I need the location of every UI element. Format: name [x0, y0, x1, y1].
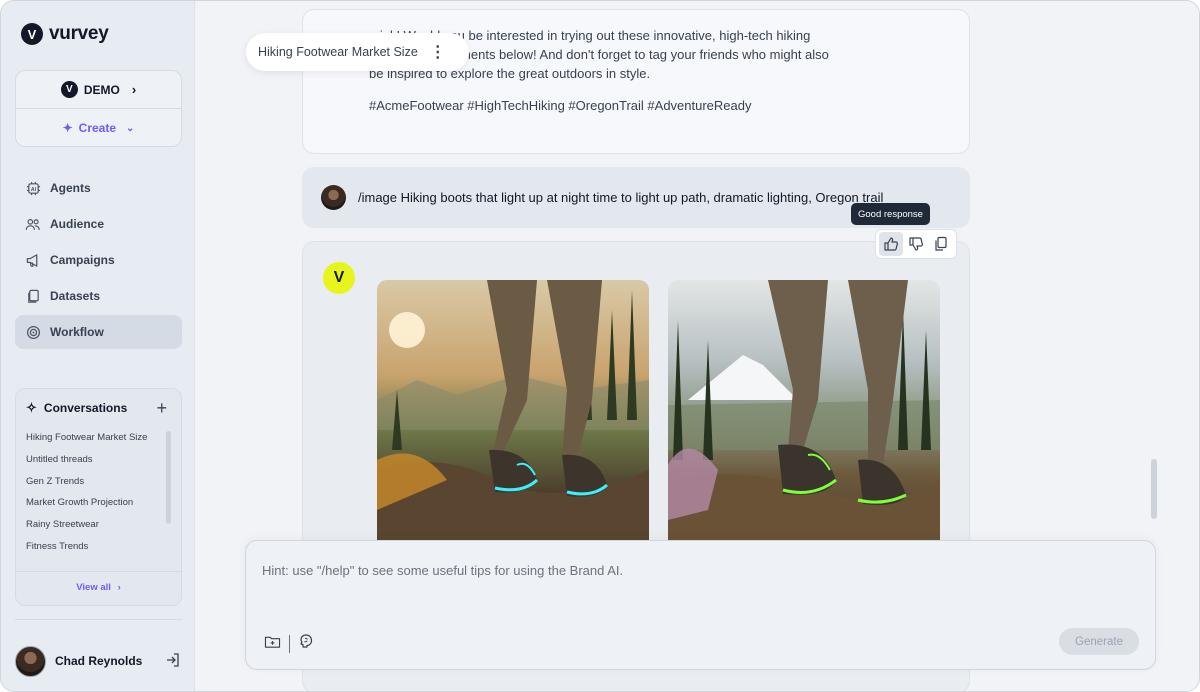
- add-conversation-button[interactable]: +: [156, 398, 167, 419]
- thread-title: Hiking Footwear Market Size: [258, 45, 418, 59]
- app-window: V vurvey V DEMO › ✦ Create ⌄ AI Agents A…: [0, 0, 1200, 692]
- nav-item-workflow[interactable]: Workflow: [15, 315, 182, 349]
- sparkle-icon: ✦: [62, 121, 73, 135]
- conversations-header: ✧ Conversations +: [16, 389, 181, 427]
- tooltip: Good response: [851, 203, 930, 225]
- thumbs-up-icon[interactable]: [879, 232, 904, 256]
- chevron-right-icon: ›: [131, 82, 137, 97]
- logo-text: vurvey: [49, 23, 109, 44]
- conversation-item[interactable]: Fitness Trends: [26, 536, 181, 558]
- user-profile[interactable]: Chad Reynolds: [15, 645, 181, 677]
- generate-button[interactable]: Generate: [1059, 628, 1139, 655]
- generated-image[interactable]: [668, 280, 940, 550]
- chevron-down-icon: ⌄: [126, 122, 135, 134]
- nav-item-audience[interactable]: Audience: [15, 207, 182, 241]
- more-options-icon[interactable]: ⋮: [430, 42, 446, 62]
- nav-label: Agents: [50, 181, 91, 195]
- ai-chip-icon: AI: [25, 180, 41, 196]
- nav-label: Campaigns: [50, 253, 115, 267]
- conversation-item[interactable]: Hiking Footwear Market Size: [26, 427, 181, 449]
- chat-scrollbar[interactable]: [1151, 459, 1157, 519]
- nav-label: Datasets: [50, 289, 101, 303]
- chat-area: ...ink! Would you be interested in tryin…: [196, 1, 1199, 691]
- user-name: Chad Reynolds: [55, 654, 143, 668]
- conversation-item[interactable]: Gen Z Trends: [26, 471, 181, 493]
- svg-text:AI: AI: [30, 186, 36, 192]
- nav-label: Workflow: [50, 325, 104, 339]
- chevron-right-icon: ›: [117, 582, 121, 593]
- message-composer: Generate: [245, 540, 1156, 670]
- people-icon: [25, 216, 41, 232]
- conversation-list: Hiking Footwear Market Size Untitled thr…: [16, 427, 181, 558]
- composer-tools: [264, 633, 314, 654]
- thread-title-pill[interactable]: Hiking Footwear Market Size ⋮: [246, 33, 469, 71]
- view-all-link[interactable]: View all ›: [16, 582, 181, 593]
- conversation-scrollbar[interactable]: [166, 431, 171, 524]
- nav-item-agents[interactable]: AI Agents: [15, 171, 182, 205]
- avatar: [15, 645, 46, 677]
- conversations-panel: ✧ Conversations + Hiking Footwear Market…: [15, 388, 182, 606]
- prompt-text: /image Hiking boots that light up at nig…: [358, 190, 884, 205]
- conversation-item[interactable]: Market Growth Projection: [26, 492, 181, 514]
- workspace-name: DEMO: [83, 82, 120, 97]
- view-all-label: View all: [76, 582, 111, 593]
- workspace-logo-icon: V: [60, 81, 78, 98]
- nav-item-campaigns[interactable]: Campaigns: [15, 243, 182, 277]
- sidebar: V vurvey V DEMO › ✦ Create ⌄ AI Agents A…: [1, 1, 195, 691]
- create-button[interactable]: ✦ Create ⌄: [16, 109, 181, 147]
- copy-icon[interactable]: [929, 232, 953, 256]
- main-nav: AI Agents Audience Campaigns Datasets Wo…: [15, 171, 182, 351]
- nav-item-datasets[interactable]: Datasets: [15, 279, 182, 313]
- prompt-input[interactable]: [262, 563, 1122, 578]
- logo-mark-icon: V: [21, 23, 43, 45]
- thumbs-down-icon[interactable]: [904, 232, 928, 256]
- divider: [15, 619, 182, 620]
- target-icon: [25, 324, 41, 340]
- conversation-item[interactable]: Untitled threads: [26, 449, 181, 471]
- sparkle-icon: ✧: [26, 400, 37, 415]
- ai-avatar-icon: V: [323, 262, 355, 294]
- logout-icon[interactable]: [165, 652, 181, 671]
- divider: [289, 634, 290, 653]
- create-label: Create: [78, 121, 117, 135]
- folder-add-icon[interactable]: [264, 634, 281, 654]
- generated-image[interactable]: [377, 280, 649, 550]
- workspace-switcher[interactable]: V DEMO ›: [16, 71, 181, 109]
- files-icon: [25, 288, 41, 304]
- divider: [16, 571, 181, 572]
- logo[interactable]: V vurvey: [21, 23, 109, 45]
- conversation-item[interactable]: Rainy Streetwear: [26, 514, 181, 536]
- hashtags: #AcmeFootwear #HighTechHiking #OregonTra…: [369, 98, 752, 113]
- previous-ai-message: ...ink! Would you be interested in tryin…: [302, 9, 970, 154]
- conversations-title: Conversations: [43, 401, 128, 415]
- avatar: [321, 185, 346, 210]
- brain-icon[interactable]: [298, 633, 314, 654]
- nav-label: Audience: [50, 217, 105, 231]
- reaction-toolbar: [875, 229, 957, 259]
- megaphone-icon: [25, 252, 41, 268]
- workspace-box: V DEMO › ✦ Create ⌄: [15, 70, 182, 147]
